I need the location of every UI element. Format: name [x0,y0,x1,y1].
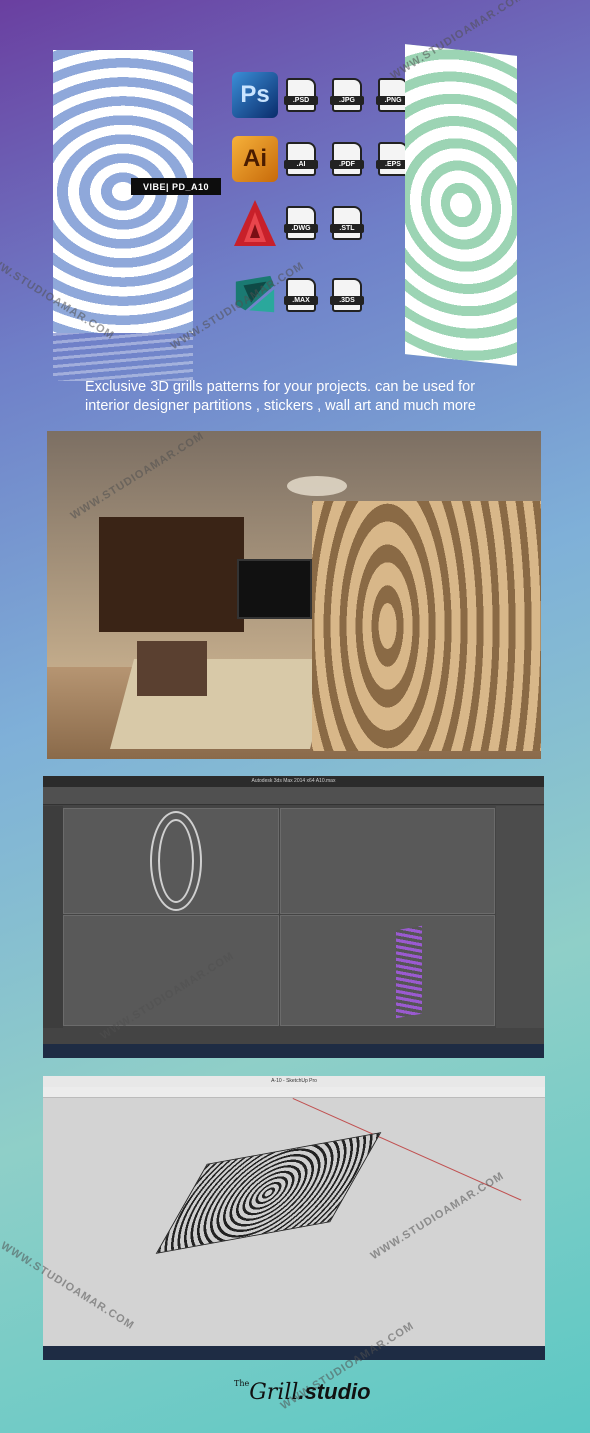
sketchup-title-bar: A-10 - SketchUp Pro [43,1076,545,1087]
eps-file-icon: .EPS [376,142,410,176]
pdf-file-icon: .PDF [330,142,364,176]
photoshop-row: Ps .PSD .JPG .PNG [232,72,410,118]
3dsmax-screenshot: Autodesk 3ds Max 2014 x64 A10.max [43,776,544,1058]
max-file-icon: .MAX [284,278,318,312]
windows-taskbar [43,1044,544,1058]
description-text: Exclusive 3D grills patterns for your pr… [85,379,476,414]
right-grill-panel [405,44,517,366]
png-file-icon: .PNG [376,78,410,112]
sketchup-toolbar [43,1087,545,1098]
product-code-badge: VIBE| PD_A10 [131,178,221,195]
software-format-list: Ps .PSD .JPG .PNG Ai .AI .PDF .EPS .DWG … [232,72,410,318]
dwg-file-icon: .DWG [284,206,318,240]
the-grill-studio-logo: TheGrill.studio [234,1379,371,1405]
3ds-file-icon: .3DS [330,278,364,312]
windows-taskbar [43,1346,545,1360]
illustrator-row: Ai .AI .PDF .EPS [232,136,410,182]
illustrator-icon: Ai [232,136,278,182]
grill-partition [312,501,541,751]
photoshop-icon: Ps [232,72,278,118]
viewport-perspective[interactable] [280,915,495,1026]
ai-file-icon: .AI [284,142,318,176]
jpg-file-icon: .JPG [330,78,364,112]
psd-file-icon: .PSD [284,78,318,112]
viewport-front[interactable] [63,808,279,914]
max-toolbar [43,787,544,805]
stl-file-icon: .STL [330,206,364,240]
viewport-left[interactable] [63,915,279,1026]
autocad-icon [232,200,278,246]
command-panel[interactable] [496,806,544,1028]
viewport-top[interactable] [280,808,495,914]
autocad-row: .DWG .STL [232,200,408,246]
max-title-bar: Autodesk 3ds Max 2014 x64 A10.max [43,776,544,787]
